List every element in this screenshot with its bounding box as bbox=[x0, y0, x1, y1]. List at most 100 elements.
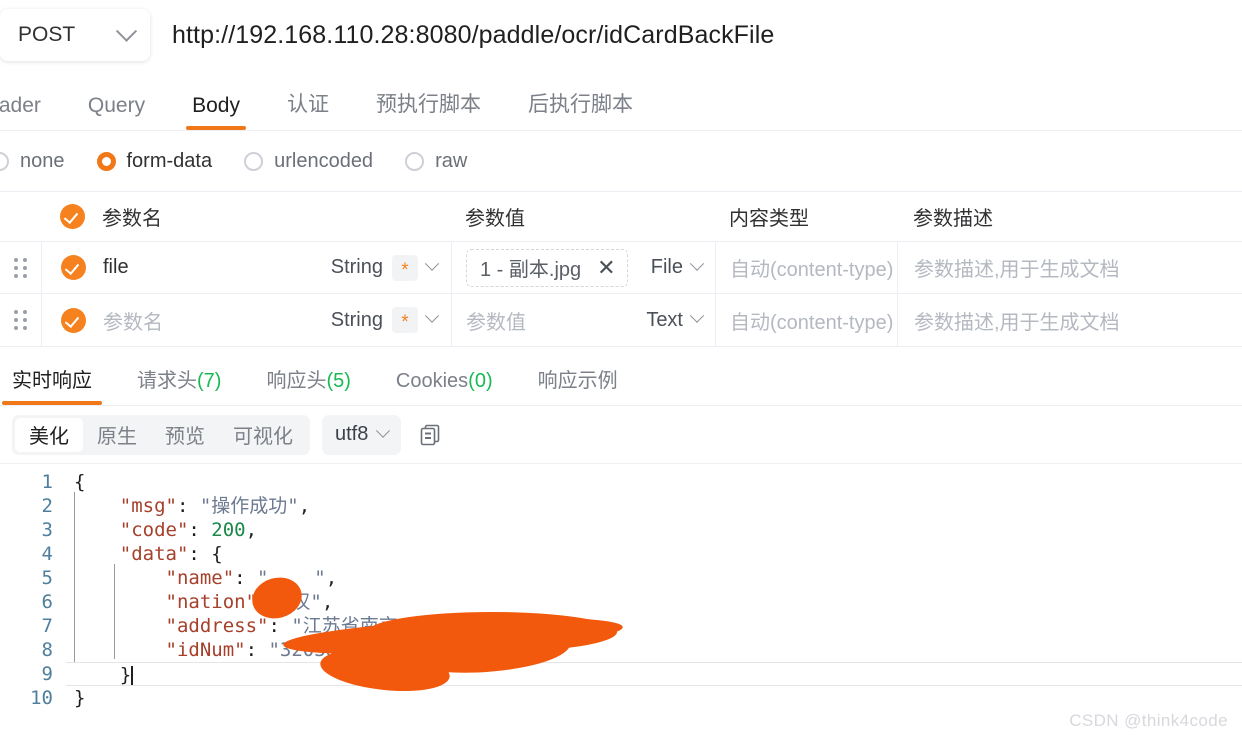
param-type-select[interactable]: String * bbox=[330, 307, 440, 333]
code-token: " bbox=[257, 567, 269, 589]
required-asterisk-badge[interactable]: * bbox=[392, 307, 418, 333]
text-caret bbox=[131, 666, 134, 685]
indent-guide bbox=[114, 564, 115, 659]
tab-post-script[interactable]: 后执行脚本 bbox=[528, 88, 633, 130]
chevron-down-icon bbox=[424, 256, 440, 271]
code-line: "msg": "操作成功", bbox=[66, 494, 1242, 518]
row-description-input[interactable]: 参数描述,用于生成文档 bbox=[898, 242, 1242, 293]
param-type-value: String bbox=[330, 308, 383, 331]
row-value-cell: 参数值 Text bbox=[452, 294, 716, 346]
response-tabs: 实时响应 请求头(7) 响应头(5) Cookies(0) 响应示例 bbox=[0, 347, 1242, 406]
code-token: : bbox=[257, 591, 280, 613]
code-token: : bbox=[268, 615, 292, 637]
value-type-select[interactable]: Text bbox=[646, 308, 705, 332]
param-type-select[interactable]: String * bbox=[330, 254, 440, 281]
code-line: "code": 200, bbox=[66, 518, 1242, 542]
view-mode-visualize[interactable]: 可视化 bbox=[219, 418, 307, 452]
code-token: , bbox=[321, 591, 334, 613]
code-token: : bbox=[176, 495, 200, 517]
param-name-input[interactable]: 参数名 bbox=[103, 306, 163, 335]
row-enabled-checkbox[interactable] bbox=[61, 307, 86, 333]
line-number: 4 bbox=[41, 543, 53, 565]
header-handle-cell bbox=[0, 192, 41, 241]
line-number: 5 bbox=[41, 567, 53, 589]
row-content-type-input[interactable]: 自动(content-type) bbox=[716, 294, 898, 346]
encoding-select[interactable]: utf8 bbox=[322, 414, 402, 455]
select-all-checkbox[interactable] bbox=[60, 204, 85, 229]
row-drag-handle[interactable] bbox=[0, 294, 42, 346]
response-body-viewer[interactable]: 1 2 3 4 5 6 7 8 9 10 { "msg": "操作成功", "code": 200… bbox=[0, 463, 1242, 714]
param-name-input[interactable]: file bbox=[103, 256, 129, 279]
code-line: } bbox=[66, 662, 1242, 686]
param-type-value: String bbox=[330, 256, 383, 278]
tab-response-headers[interactable]: 响应头(5) bbox=[266, 364, 350, 405]
row-name-cell: 参数名 String * bbox=[42, 294, 452, 346]
row-enabled-checkbox[interactable] bbox=[61, 255, 86, 280]
response-view-toolbar: 美化 原生 预览 可视化 utf8 bbox=[0, 406, 1242, 463]
tab-cookies[interactable]: Cookies(0) bbox=[396, 370, 493, 405]
tab-request-headers-label: 请求头 bbox=[137, 370, 197, 392]
tab-response-example[interactable]: 响应示例 bbox=[538, 364, 618, 405]
body-type-urlencoded-label: urlencoded bbox=[274, 149, 374, 172]
line-number: 3 bbox=[41, 519, 53, 541]
code-token: "320382 bbox=[268, 639, 349, 661]
line-number: 9 bbox=[41, 663, 53, 685]
body-type-form-data-label: form-data bbox=[126, 149, 213, 172]
value-type-select[interactable]: File bbox=[650, 256, 705, 279]
http-method-select[interactable]: POST bbox=[0, 9, 150, 61]
request-url-input[interactable]: http://192.168.110.28:8080/paddle/ocr/id… bbox=[172, 21, 774, 50]
code-token: : bbox=[245, 639, 269, 661]
copy-icon[interactable] bbox=[417, 422, 443, 448]
line-number: 6 bbox=[41, 591, 53, 613]
line-number: 7 bbox=[41, 615, 53, 637]
row-content-type-input[interactable]: 自动(content-type) bbox=[716, 242, 898, 293]
code-token: "code" bbox=[119, 519, 189, 541]
code-line: "data": { bbox=[66, 542, 1242, 566]
header-name-label: 参数名 bbox=[102, 208, 162, 230]
row-description-input[interactable]: 参数描述,用于生成文档 bbox=[898, 294, 1242, 346]
form-data-param-table: 参数名 参数值 内容类型 参数描述 file String * 1 - 副本.j… bbox=[0, 191, 1242, 347]
required-asterisk-badge[interactable]: * bbox=[392, 254, 418, 281]
view-mode-raw[interactable]: 原生 bbox=[83, 418, 151, 452]
view-mode-preview[interactable]: 预览 bbox=[151, 418, 219, 452]
line-number: 2 bbox=[41, 495, 53, 517]
chevron-down-icon bbox=[689, 256, 705, 271]
param-value-input[interactable]: 参数值 bbox=[466, 306, 526, 335]
tab-body[interactable]: Body bbox=[186, 94, 246, 130]
tab-request-headers[interactable]: 请求头(7) bbox=[137, 364, 221, 405]
tab-auth[interactable]: 认证 bbox=[287, 88, 329, 130]
tab-realtime-response[interactable]: 实时响应 bbox=[2, 364, 102, 405]
code-token: "nation" bbox=[165, 591, 258, 613]
tab-cookies-label: Cookies bbox=[395, 370, 469, 392]
code-line: "nation": "汉", bbox=[66, 590, 1242, 614]
indent-guide bbox=[74, 492, 75, 662]
code-token: { bbox=[74, 471, 86, 493]
description-placeholder: 参数描述,用于生成文档 bbox=[914, 259, 1120, 281]
code-line: "name": " ", bbox=[66, 566, 1242, 590]
chevron-down-icon bbox=[689, 308, 705, 323]
tab-query[interactable]: Query bbox=[88, 94, 145, 130]
body-type-raw[interactable]: raw bbox=[405, 150, 467, 173]
code-token: , bbox=[245, 519, 258, 541]
tab-response-headers-label: 响应头 bbox=[266, 370, 327, 392]
code-token: " bbox=[314, 567, 326, 589]
tab-header[interactable]: Header bbox=[0, 94, 41, 130]
file-chip[interactable]: 1 - 副本.jpg ✕ bbox=[466, 248, 628, 287]
watermark: CSDN @think4code bbox=[1069, 711, 1228, 730]
code-line: { bbox=[66, 470, 1242, 494]
code-token: : { bbox=[188, 543, 223, 565]
code-line: "address": "江苏省南京 , bbox=[66, 614, 1242, 638]
radio-icon bbox=[405, 151, 425, 171]
tab-pre-script[interactable]: 预执行脚本 bbox=[376, 88, 481, 130]
row-drag-handle[interactable] bbox=[0, 242, 42, 293]
line-number: 10 bbox=[30, 687, 53, 709]
chevron-down-icon bbox=[115, 20, 138, 42]
response-json-code[interactable]: { "msg": "操作成功", "code": 200, "data": { … bbox=[66, 464, 1242, 714]
close-icon[interactable]: ✕ bbox=[597, 256, 615, 279]
body-type-none[interactable]: none bbox=[0, 150, 65, 173]
body-type-urlencoded[interactable]: urlencoded bbox=[244, 150, 373, 173]
body-type-form-data[interactable]: form-data bbox=[96, 149, 213, 173]
value-type-label: File bbox=[650, 256, 683, 278]
view-mode-beautify[interactable]: 美化 bbox=[15, 417, 83, 452]
